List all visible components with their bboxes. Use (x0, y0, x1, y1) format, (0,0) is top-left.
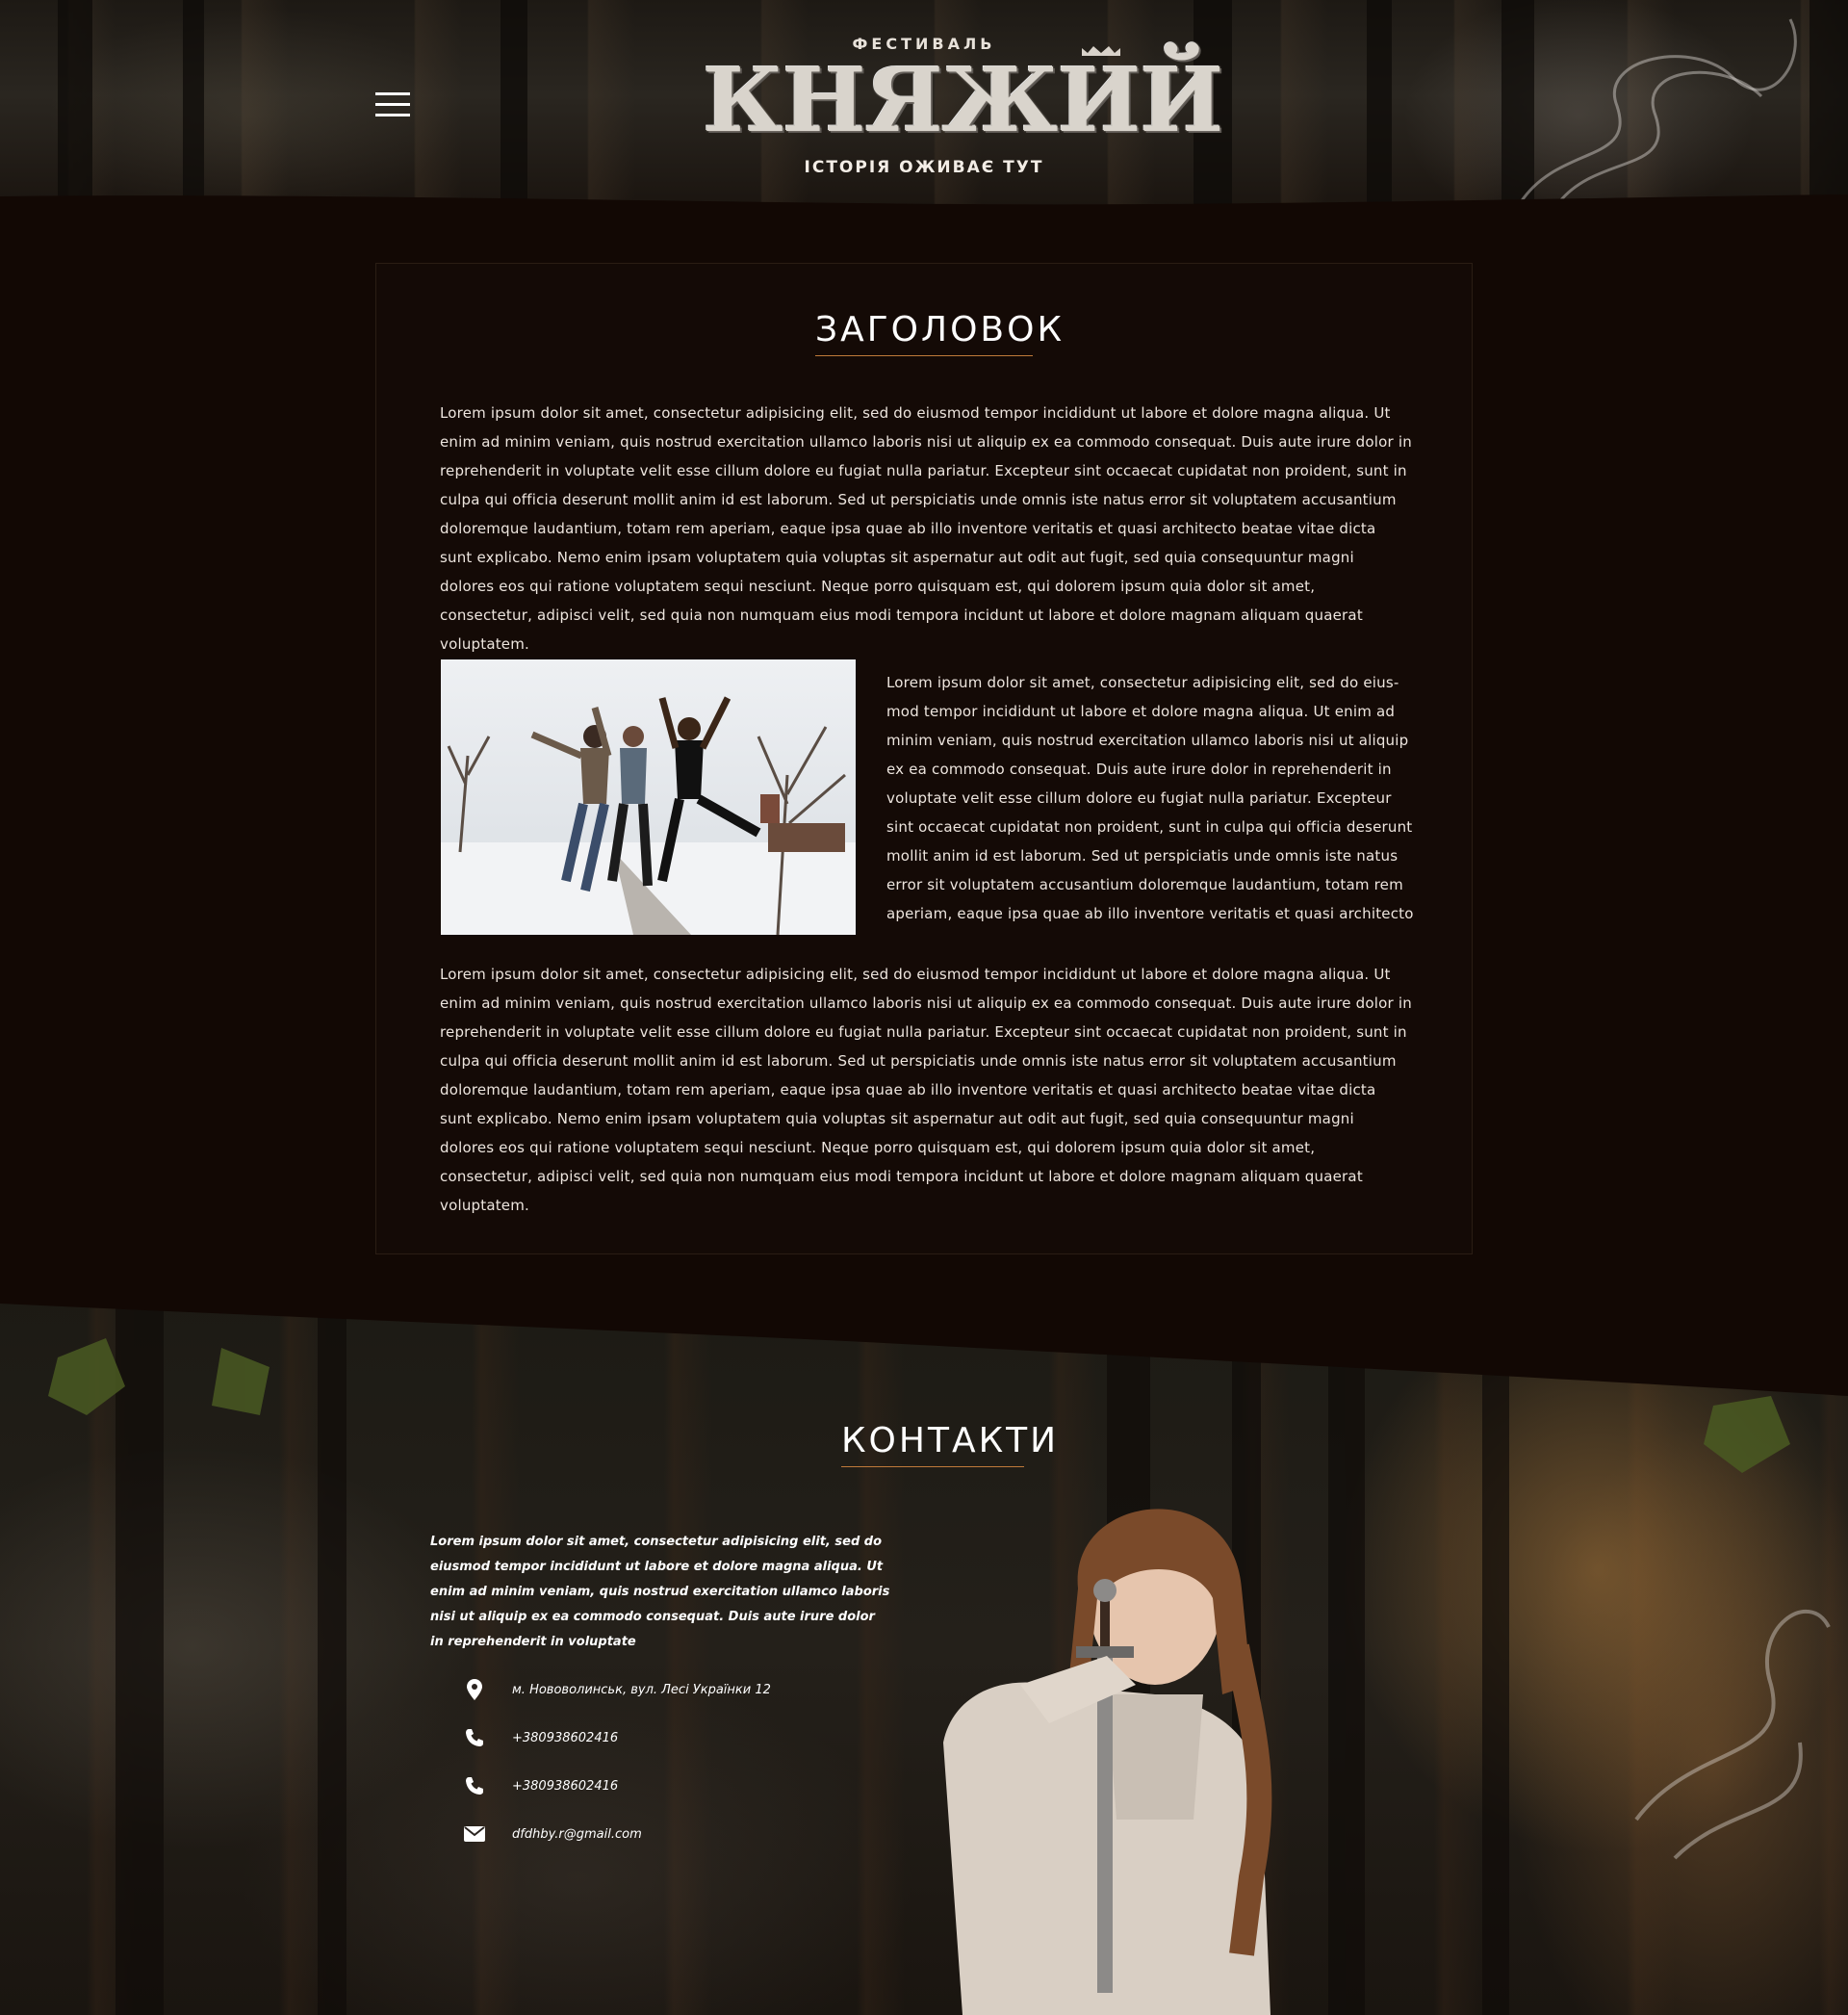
contacts-description: Lorem ipsum dolor sit amet, consectetur … (430, 1535, 890, 1649)
logo-tagline: ІСТОРІЯ ОЖИВАЄ ТУТ (804, 158, 1044, 177)
article-photo (441, 659, 856, 935)
hamburger-menu-icon[interactable] (375, 90, 410, 119)
footer-torn-edge (0, 1280, 1848, 1396)
article-paragraph: Lorem ipsum dolor sit amet, consectetur … (440, 966, 1412, 1214)
contacts-title: КОНТАКТИ (841, 1421, 1056, 1467)
envelope-icon (462, 1821, 487, 1847)
menu-line (375, 114, 410, 116)
contact-phone[interactable]: +380938602416 (462, 1771, 847, 1800)
contact-phone-text[interactable]: +380938602416 (512, 1731, 618, 1745)
logo-main-text: КНЯЖИЙ (703, 48, 1223, 152)
jumping-friends-image (441, 659, 856, 935)
menu-line (375, 92, 410, 95)
festival-logo[interactable]: ФЕСТИВАЛЬ КНЯЖИЙ ІСТОРІЯ ОЖИВАЄ ТУТ (703, 35, 1223, 179)
contact-phone-text[interactable]: +380938602416 (512, 1779, 618, 1794)
location-pin-icon (462, 1677, 487, 1702)
contact-address-text: м. Нововолинськ, вул. Лесі Українки 12 (512, 1682, 771, 1697)
contact-email-text[interactable]: dfdhby.r@gmail.com (512, 1827, 642, 1842)
contacts-section: КОНТАКТИ Lorem ipsum dolor sit amet, con… (0, 1280, 1848, 2015)
menu-line (375, 103, 410, 106)
article-paragraph: Lorem ipsum dolor sit amet, consectetur … (440, 404, 1412, 653)
article-title: ЗАГОЛОВОК (815, 310, 1062, 356)
header-torn-edge (0, 194, 1848, 212)
contact-email[interactable]: dfdhby.r@gmail.com (462, 1820, 847, 1848)
contact-phone[interactable]: +380938602416 (462, 1723, 847, 1752)
contact-address: м. Нововолинськ, вул. Лесі Українки 12 (462, 1675, 847, 1704)
phone-icon (462, 1725, 487, 1750)
article-card: ЗАГОЛОВОК Lorem ipsum dolor sit amet, co… (375, 263, 1473, 1254)
article-side-paragraph: Lorem ipsum dolor sit amet, consectetur … (886, 674, 1414, 922)
site-header: ФЕСТИВАЛЬ КНЯЖИЙ ІСТОРІЯ ОЖИВАЄ ТУТ (0, 0, 1848, 212)
phone-icon (462, 1773, 487, 1798)
